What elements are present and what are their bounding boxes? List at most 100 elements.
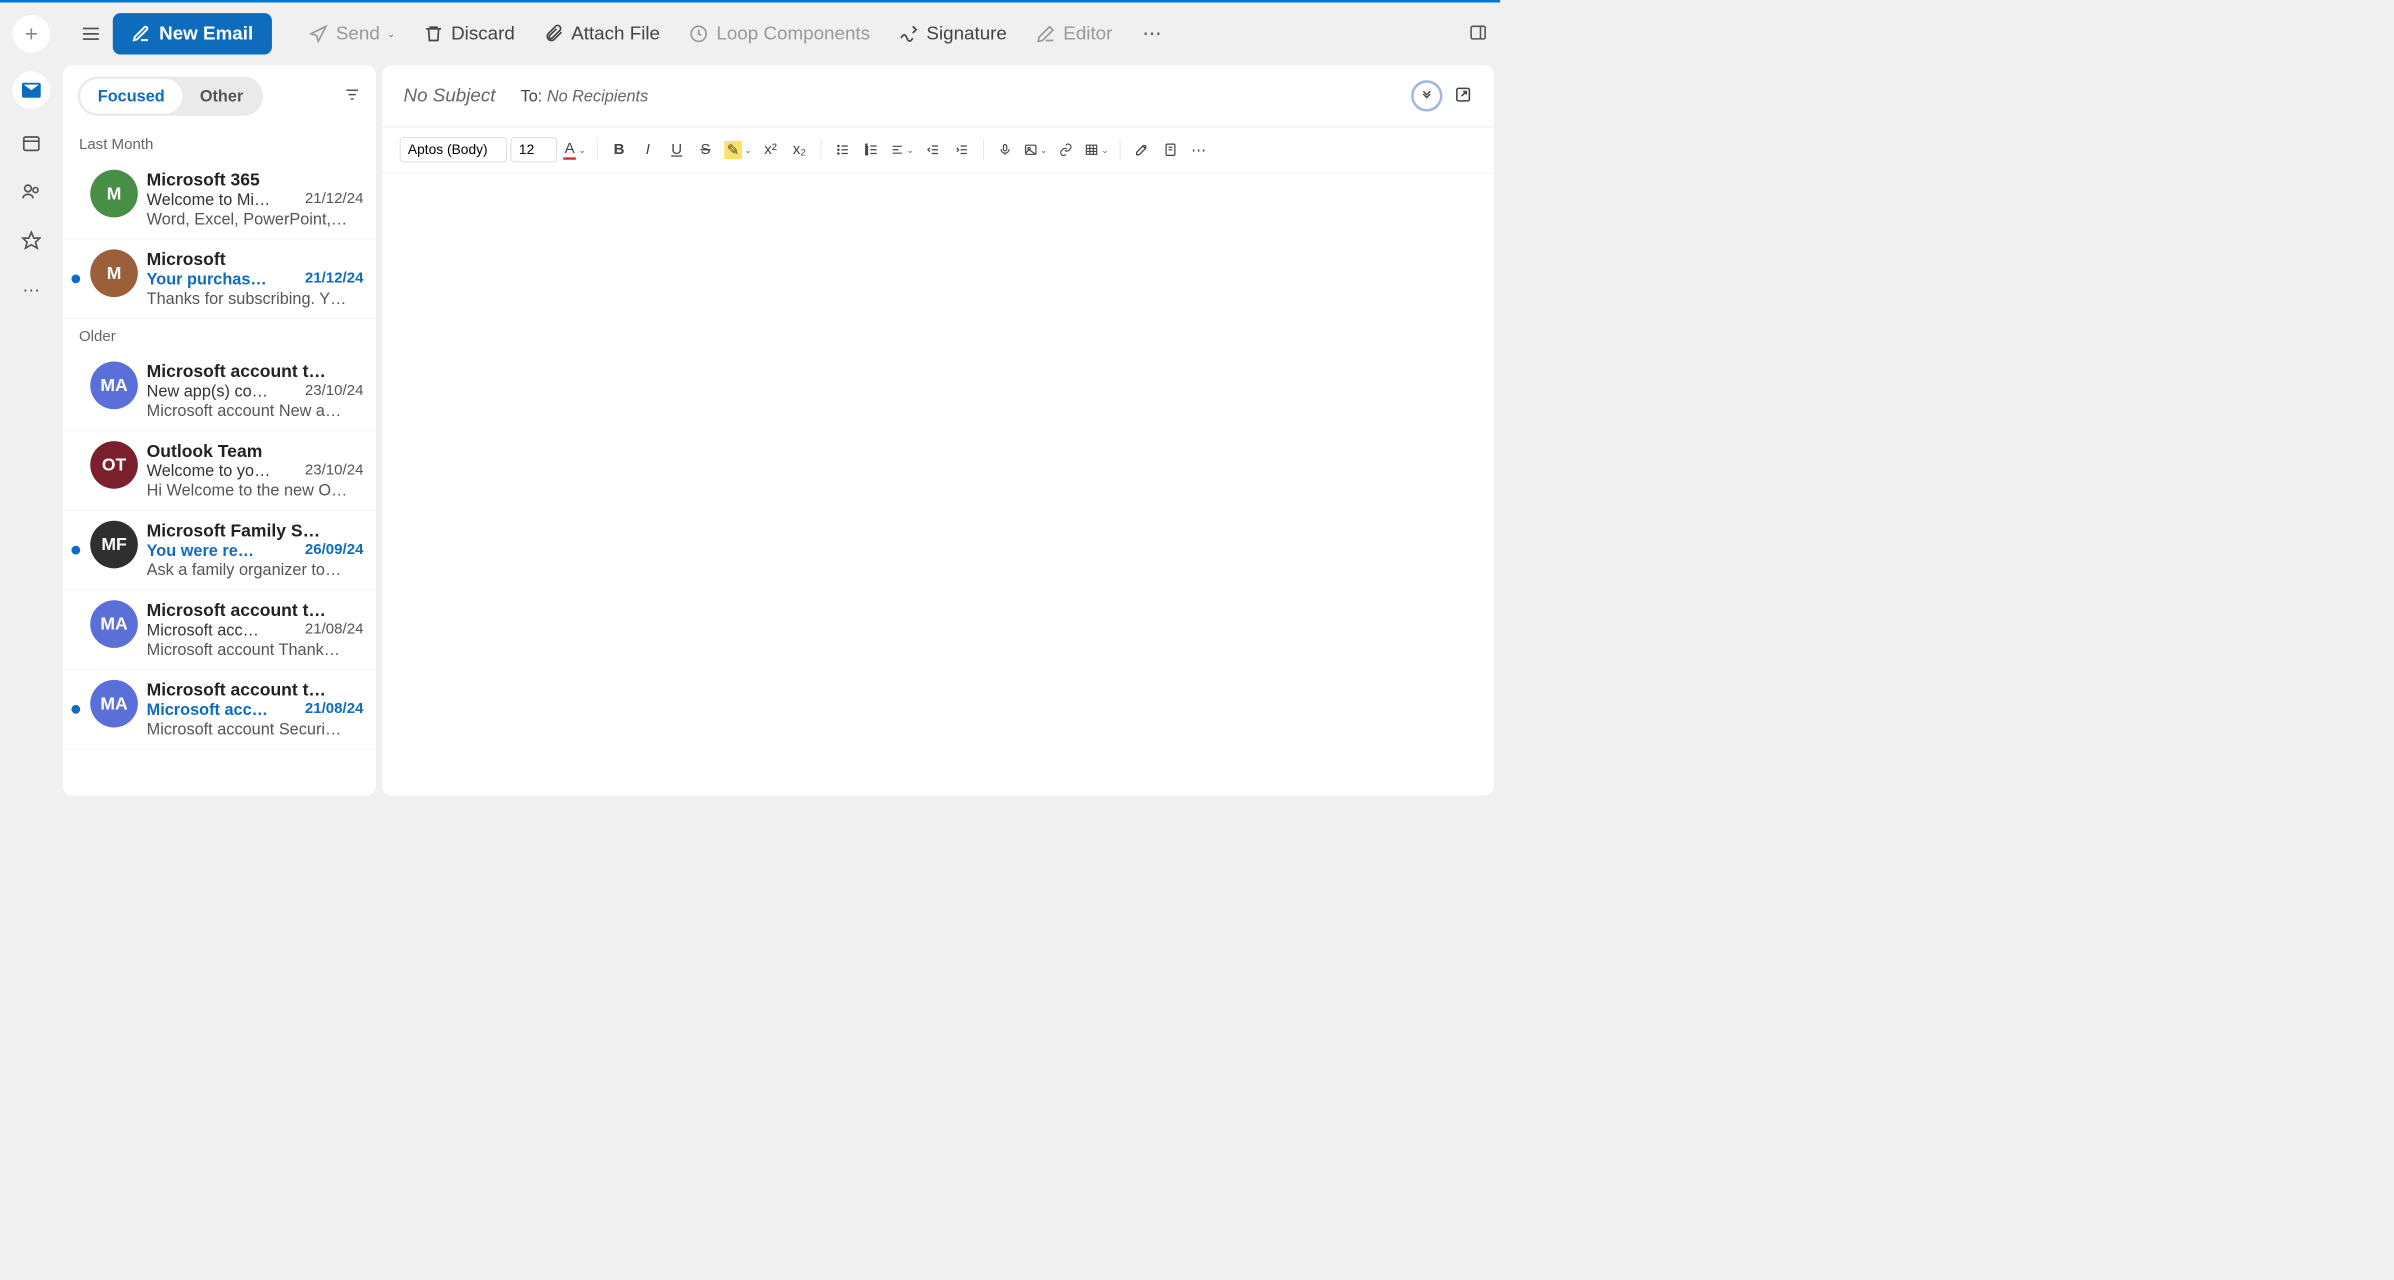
to-field[interactable]: To: No Recipients <box>521 86 649 105</box>
dictate-button[interactable] <box>992 137 1017 162</box>
unread-dot-icon <box>71 705 80 714</box>
message-subject: Welcome to yo… <box>147 461 271 480</box>
message-row[interactable]: M Microsoft Your purchas… 21/12/24 Thank… <box>63 239 376 319</box>
avatar: MF <box>90 521 138 569</box>
format-more-button[interactable]: ⋯ <box>1187 137 1212 162</box>
loop-components-button[interactable]: Loop Components <box>678 17 882 51</box>
discard-button[interactable]: Discard <box>412 17 526 51</box>
toolbar-more-button[interactable]: ⋯ <box>1130 23 1175 45</box>
compose-round-button[interactable] <box>13 15 51 53</box>
top-toolbar: New Email Send ⌄ Discard Attach File Loo… <box>63 3 1500 66</box>
insert-table-button[interactable]: ⌄ <box>1082 137 1111 162</box>
subscript-button[interactable]: x₂ <box>787 137 812 162</box>
message-from: Microsoft account t… <box>147 362 364 382</box>
message-body-input[interactable] <box>401 192 1475 777</box>
strikethrough-button[interactable]: S <box>693 137 718 162</box>
message-preview: Hi Welcome to the new O… <box>147 481 364 500</box>
bold-button[interactable]: B <box>606 137 631 162</box>
message-row[interactable]: MF Microsoft Family S… You were re… 26/0… <box>63 511 376 591</box>
message-subject: Welcome to Mi… <box>147 190 271 209</box>
format-toolbar: Aptos (Body) 12 A⌄ B I U S ✎⌄ x² x₂ <box>382 127 1494 173</box>
left-rail: ⋯ <box>0 3 63 803</box>
styles-button[interactable] <box>1129 137 1154 162</box>
message-from: Microsoft account t… <box>147 680 364 700</box>
message-date: 23/10/24 <box>305 461 364 480</box>
message-row[interactable]: M Microsoft 365 Welcome to Mi… 21/12/24 … <box>63 160 376 240</box>
attach-file-button[interactable]: Attach File <box>532 17 671 51</box>
expand-header-button[interactable] <box>1411 80 1442 111</box>
message-row[interactable]: MA Microsoft account t… New app(s) co… 2… <box>63 352 376 432</box>
indent-button[interactable] <box>949 137 974 162</box>
message-row[interactable]: MA Microsoft account t… Microsoft acc… 2… <box>63 670 376 750</box>
message-date: 21/12/24 <box>305 190 364 209</box>
signature-button[interactable]: Signature <box>888 17 1019 51</box>
font-size-select[interactable]: 12 <box>511 137 557 162</box>
message-preview: Word, Excel, PowerPoint,… <box>147 209 364 228</box>
recipients-value: No Recipients <box>547 86 648 105</box>
calendar-nav-button[interactable] <box>16 128 46 158</box>
chevron-down-icon: ⌄ <box>387 29 394 40</box>
align-button[interactable]: ⌄ <box>888 137 917 162</box>
signature-label: Signature <box>926 23 1006 44</box>
message-date: 26/09/24 <box>305 541 364 560</box>
message-from: Microsoft 365 <box>147 170 364 190</box>
attach-label: Attach File <box>571 23 660 44</box>
message-row[interactable]: OT Outlook Team Welcome to yo… 23/10/24 … <box>63 431 376 511</box>
avatar: M <box>90 249 138 297</box>
bullet-list-button[interactable] <box>830 137 855 162</box>
message-subject: You were re… <box>147 541 254 560</box>
collapse-ribbon-button[interactable] <box>1469 23 1488 45</box>
loop-label: Loop Components <box>716 23 870 44</box>
message-date: 21/08/24 <box>305 620 364 639</box>
message-preview: Microsoft account New a… <box>147 401 364 420</box>
insert-picture-button[interactable]: ⌄ <box>1021 137 1050 162</box>
other-tab[interactable]: Other <box>182 79 261 113</box>
number-list-button[interactable]: 123 <box>859 137 884 162</box>
section-header: Older <box>63 319 376 352</box>
filter-icon[interactable] <box>343 86 361 107</box>
message-preview: Microsoft account Securi… <box>147 719 364 738</box>
message-row[interactable]: MA Microsoft account t… Microsoft acc… 2… <box>63 590 376 670</box>
discard-label: Discard <box>451 23 515 44</box>
message-subject: Microsoft acc… <box>147 620 259 639</box>
superscript-button[interactable]: x² <box>758 137 783 162</box>
unread-dot-icon <box>71 546 80 555</box>
message-date: 23/10/24 <box>305 382 364 401</box>
people-nav-button[interactable] <box>16 177 46 207</box>
avatar: MA <box>90 600 138 648</box>
message-from: Microsoft Family S… <box>147 521 364 541</box>
popout-button[interactable] <box>1454 85 1473 107</box>
outdent-button[interactable] <box>920 137 945 162</box>
compose-pane: No Subject To: No Recipients <box>382 65 1494 796</box>
message-subject: New app(s) co… <box>147 382 268 401</box>
underline-button[interactable]: U <box>664 137 689 162</box>
accessibility-check-button[interactable] <box>1158 137 1183 162</box>
section-header: Last Month <box>63 127 376 160</box>
message-date: 21/12/24 <box>305 269 364 288</box>
svg-text:3: 3 <box>865 151 868 156</box>
mail-nav-button[interactable] <box>13 71 51 109</box>
avatar: MA <box>90 680 138 728</box>
font-family-select[interactable]: Aptos (Body) <box>400 137 507 162</box>
insert-link-button[interactable] <box>1053 137 1078 162</box>
message-preview: Microsoft account Thank… <box>147 640 364 659</box>
italic-button[interactable]: I <box>635 137 660 162</box>
send-label: Send <box>336 23 380 44</box>
new-email-button[interactable]: New Email <box>113 13 272 54</box>
focused-tab[interactable]: Focused <box>80 79 182 113</box>
hamburger-icon[interactable] <box>75 18 106 49</box>
message-list-pane: Focused Other Last Month M Microsoft 365… <box>63 65 376 796</box>
message-from: Microsoft account t… <box>147 600 364 620</box>
highlight-button[interactable]: ✎⌄ <box>722 137 754 162</box>
font-color-button[interactable]: A⌄ <box>561 137 588 162</box>
send-button[interactable]: Send ⌄ <box>297 17 406 51</box>
editor-button[interactable]: Editor <box>1024 17 1123 51</box>
favorites-nav-button[interactable] <box>16 226 46 256</box>
more-nav-button[interactable]: ⋯ <box>16 274 46 304</box>
to-label: To: <box>521 86 543 105</box>
new-email-label: New Email <box>159 23 253 44</box>
subject-field[interactable]: No Subject <box>404 85 496 106</box>
inbox-tabs: Focused Other <box>78 76 264 115</box>
editor-label: Editor <box>1063 23 1112 44</box>
message-date: 21/08/24 <box>305 700 364 719</box>
